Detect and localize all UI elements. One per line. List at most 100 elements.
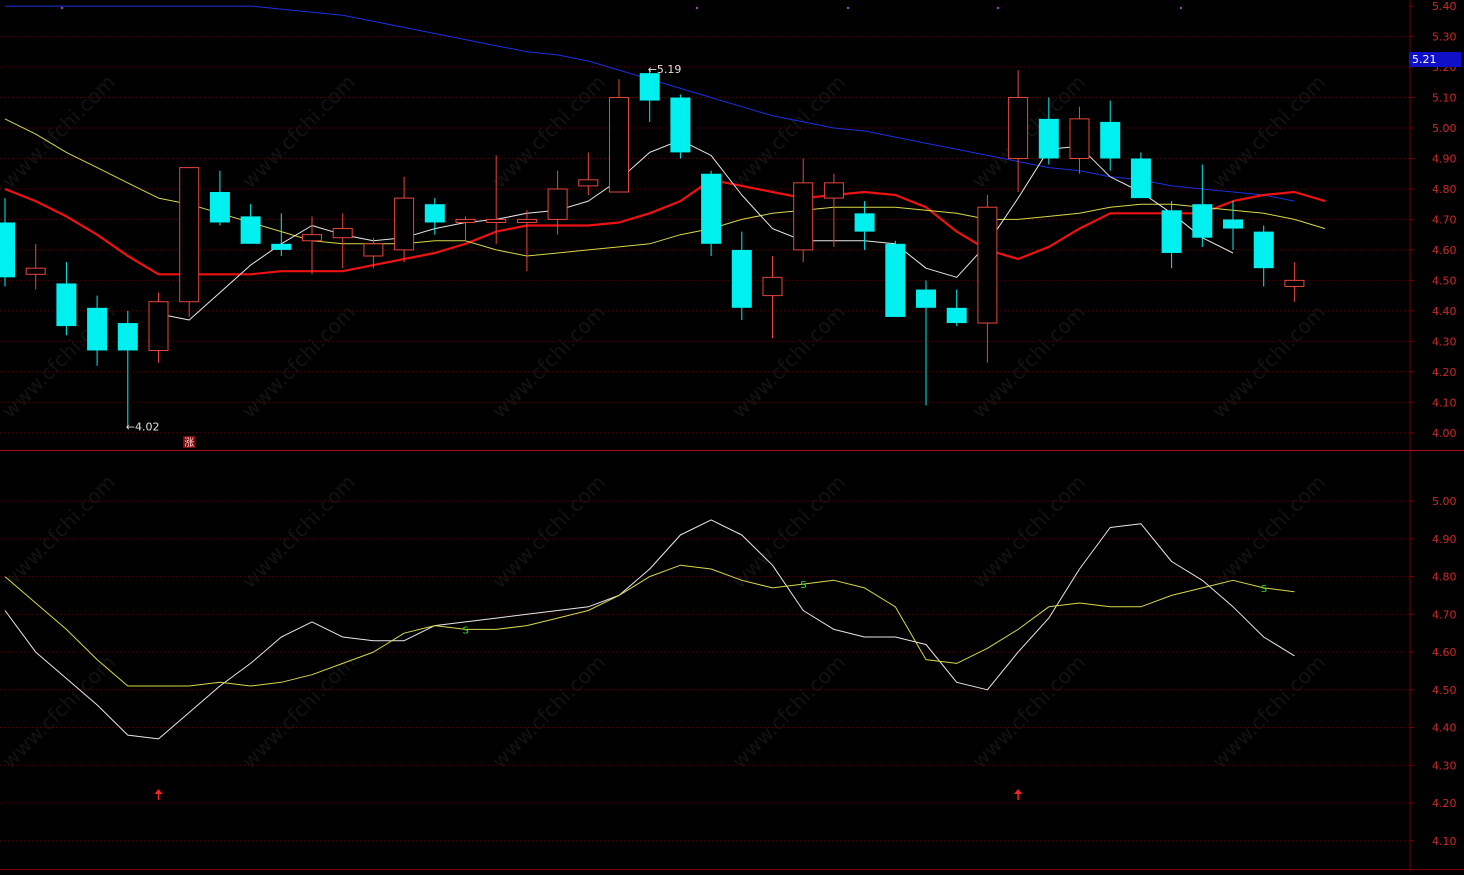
candle — [823, 173, 844, 247]
watermark-text: www.cfchi.com — [487, 650, 610, 773]
candle — [516, 210, 537, 272]
candle-body-up — [179, 167, 200, 303]
candle-body-up — [394, 197, 415, 251]
candle-body-down — [271, 243, 292, 250]
candle — [1130, 152, 1151, 199]
candle-body-down — [731, 249, 752, 308]
watermark-text: www.cfchi.com — [727, 70, 850, 193]
signal-marker: S — [800, 580, 806, 591]
watermark-text: www.cfchi.com — [967, 470, 1090, 593]
ma-line-ma_red — [4, 178, 1326, 276]
candle — [1069, 106, 1090, 174]
candle-body-down — [117, 323, 138, 351]
main-axis-label: 4.00 — [1432, 427, 1457, 440]
main-axis-label: 5.30 — [1432, 31, 1457, 44]
indicator-axis-label: 4.60 — [1432, 646, 1457, 659]
top-dot — [1179, 6, 1183, 10]
watermark-text: www.cfchi.com — [237, 300, 360, 423]
main-axis-label: 4.30 — [1432, 335, 1457, 348]
main-axis-label: 4.90 — [1432, 152, 1457, 165]
chart-stage: www.cfchi.com www.cfchi.com www.cfchi.com w… — [0, 0, 1464, 871]
candle-body-down — [639, 73, 660, 101]
candle-body-down — [1038, 118, 1059, 159]
candle — [332, 213, 353, 269]
candle-body-up — [977, 206, 998, 324]
watermark-text: www.cfchi.com — [487, 70, 610, 193]
candle-body-down — [240, 216, 261, 244]
watermark-text: www.cfchi.com — [967, 650, 1090, 773]
candle-body-down — [1192, 204, 1213, 238]
candle-body-down — [0, 222, 15, 278]
indicator-axis-label: 4.10 — [1432, 835, 1457, 848]
watermark-text: www.cfchi.com — [1207, 470, 1330, 593]
watermark-text: www.cfchi.com — [0, 70, 120, 193]
candle-body-up — [1284, 279, 1305, 287]
candle — [25, 243, 46, 290]
signal-marker: S — [463, 625, 469, 636]
top-dot — [695, 6, 699, 10]
candle — [148, 292, 169, 363]
candle — [455, 216, 476, 241]
top-dot — [60, 6, 64, 10]
candle — [302, 216, 322, 275]
candle-body-down — [209, 192, 230, 223]
candle-body-up — [1008, 97, 1029, 159]
candle-body-down — [1253, 231, 1274, 269]
candle — [117, 310, 138, 427]
watermark-text: www.cfchi.com — [727, 470, 850, 593]
arrow-head — [154, 789, 163, 794]
candle — [1223, 201, 1243, 250]
candle — [394, 176, 415, 263]
candle — [977, 195, 998, 363]
candle-body-down — [56, 283, 77, 327]
candle-body-up — [363, 243, 384, 257]
watermark-layer: www.cfchi.com www.cfchi.com www.cfchi.com w… — [0, 70, 1330, 773]
top-dot — [996, 6, 1000, 10]
candle — [209, 170, 230, 226]
candle-body-up — [302, 234, 322, 242]
candle — [609, 79, 629, 193]
main-axis-label: 4.80 — [1432, 183, 1457, 196]
candle — [56, 262, 77, 336]
candle — [240, 204, 261, 244]
current-price-tag: 5.21 — [1409, 52, 1461, 67]
watermark-text: www.cfchi.com — [487, 300, 610, 423]
candle — [1284, 262, 1305, 302]
ma-line-ma_yellow — [4, 118, 1326, 257]
high-price-label: ←5.19 — [648, 63, 682, 76]
main-axis-label: 4.10 — [1432, 396, 1457, 409]
main-axis-label: 4.50 — [1432, 274, 1457, 287]
indicator-line-ma_yellow — [4, 564, 1295, 687]
indicator-axis-label: 4.80 — [1432, 571, 1457, 584]
watermark-text: www.cfchi.com — [1207, 70, 1330, 193]
candle-body-down — [701, 173, 722, 244]
watermark-text: www.cfchi.com — [1207, 300, 1330, 423]
candle — [946, 289, 967, 327]
watermark-text: www.cfchi.com — [237, 70, 360, 193]
buy-arrow-icon — [1014, 789, 1023, 800]
candle-body-down — [916, 289, 936, 308]
moving-average-lines — [4, 5, 1326, 321]
main-axis-label: 4.60 — [1432, 244, 1457, 257]
candle-body-up — [823, 182, 844, 199]
watermark-text: www.cfchi.com — [487, 470, 610, 593]
watermark-text: www.cfchi.com — [237, 470, 360, 593]
candle-body-up — [455, 218, 476, 223]
candle-body-up — [332, 228, 353, 239]
watermark-text: www.cfchi.com — [0, 650, 120, 773]
buy-arrow-icon — [154, 789, 163, 800]
candle — [1008, 70, 1029, 192]
candle-body-up — [793, 182, 814, 251]
indicator-line-ma_short — [4, 519, 1295, 740]
grid-lines — [0, 36, 1410, 842]
candle — [670, 94, 691, 159]
candle — [1100, 100, 1121, 171]
watermark-text: www.cfchi.com — [237, 650, 360, 773]
main-axis-label: 4.40 — [1432, 305, 1457, 318]
candle — [701, 170, 722, 256]
main-axis-label: 4.70 — [1432, 213, 1457, 226]
watermark-text: www.cfchi.com — [727, 650, 850, 773]
candle — [1253, 225, 1274, 287]
indicator-axis-label: 4.70 — [1432, 608, 1457, 621]
candle-body-down — [1100, 121, 1121, 159]
